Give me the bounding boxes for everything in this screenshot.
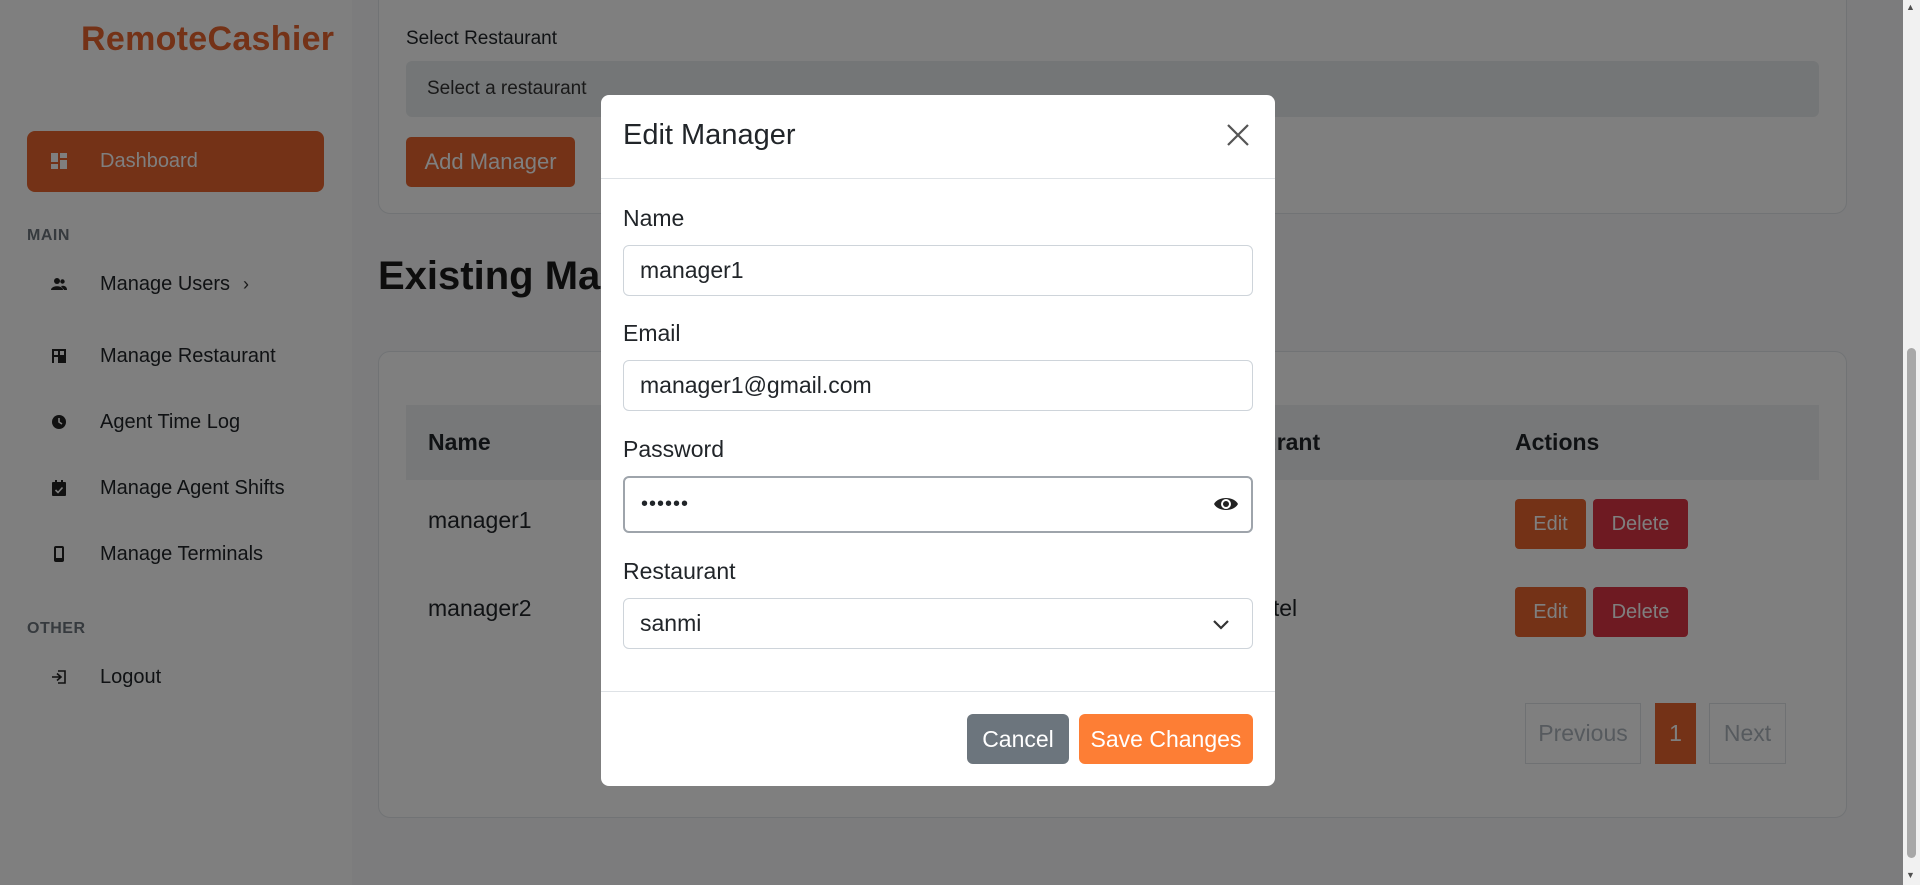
page-scrollbar[interactable]: ▲ ▼ bbox=[1903, 0, 1920, 885]
name-input[interactable]: manager1 bbox=[623, 245, 1253, 296]
cancel-button[interactable]: Cancel bbox=[967, 714, 1069, 764]
password-label: Password bbox=[623, 436, 724, 462]
close-icon[interactable] bbox=[1224, 121, 1252, 149]
email-label: Email bbox=[623, 320, 681, 346]
chevron-down-icon bbox=[1212, 618, 1230, 630]
name-input-value: manager1 bbox=[640, 257, 744, 283]
save-changes-button[interactable]: Save Changes bbox=[1079, 714, 1253, 764]
scrollbar-thumb[interactable] bbox=[1907, 348, 1916, 858]
scroll-up-icon[interactable]: ▲ bbox=[1906, 2, 1915, 12]
email-input-value: manager1@gmail.com bbox=[640, 372, 872, 398]
name-label: Name bbox=[623, 205, 685, 231]
eye-icon[interactable] bbox=[1213, 494, 1239, 514]
email-input[interactable]: manager1@gmail.com bbox=[623, 360, 1253, 411]
restaurant-label: Restaurant bbox=[623, 558, 736, 584]
password-input[interactable]: •••••• bbox=[623, 476, 1253, 533]
modal-title: Edit Manager bbox=[623, 119, 796, 151]
modal-header: Edit Manager bbox=[601, 95, 1275, 179]
scroll-down-icon[interactable]: ▼ bbox=[1906, 870, 1915, 880]
edit-manager-modal: Edit Manager Name manager1 Email manager… bbox=[601, 95, 1275, 786]
restaurant-select-value: sanmi bbox=[640, 610, 702, 636]
restaurant-select[interactable]: sanmi bbox=[623, 598, 1253, 649]
password-input-value: •••••• bbox=[641, 493, 690, 515]
